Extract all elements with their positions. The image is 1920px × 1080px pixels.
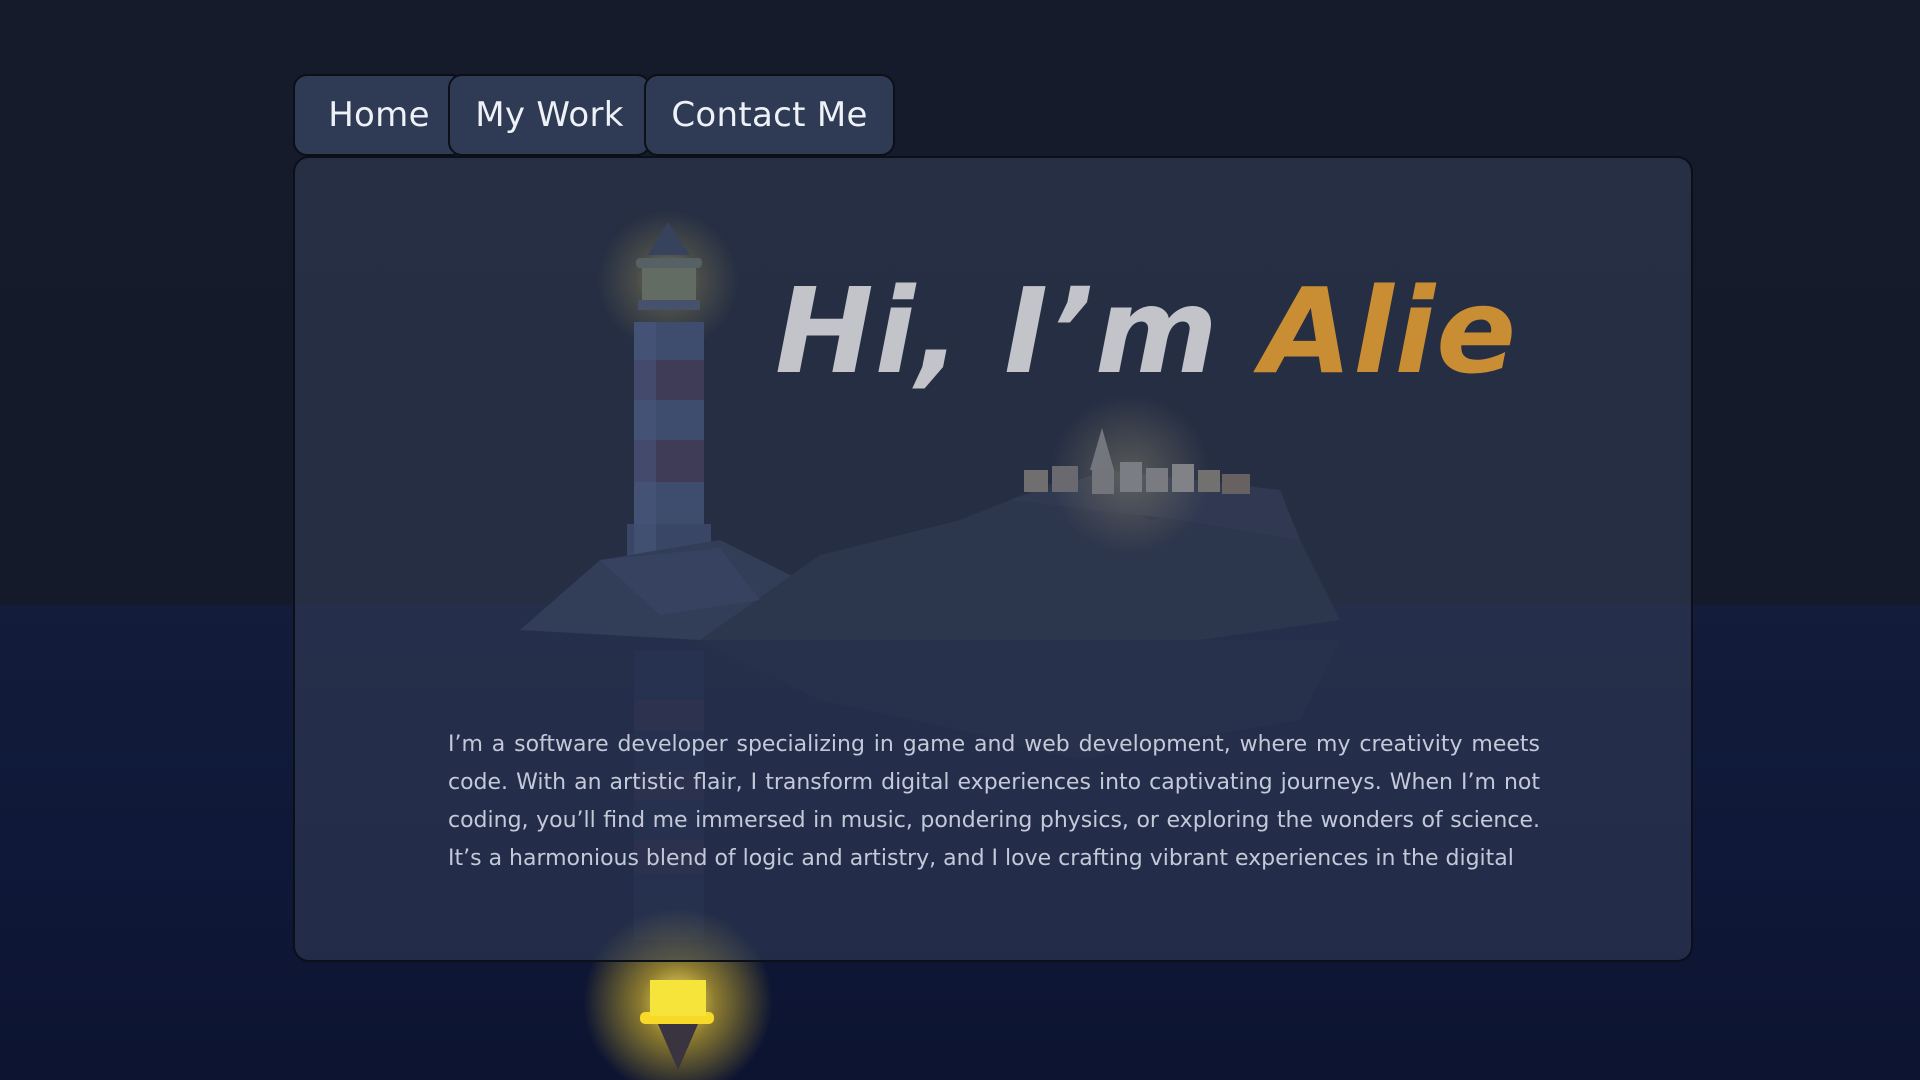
tab-home[interactable]: Home xyxy=(293,74,465,156)
tab-contact-me[interactable]: Contact Me xyxy=(644,74,895,156)
tab-my-work[interactable]: My Work xyxy=(448,74,651,156)
tab-contact-me-label: Contact Me xyxy=(671,95,868,135)
tab-home-label: Home xyxy=(328,95,430,135)
hero-name: Alie xyxy=(1260,262,1518,400)
hero-panel: Hi, I’m Alie I’m a software developer sp… xyxy=(293,156,1693,962)
hero-bio: I’m a software developer specializing in… xyxy=(448,732,1540,871)
hero-greeting: Hi, I’m xyxy=(775,262,1219,400)
tab-my-work-label: My Work xyxy=(475,95,624,135)
hero-headline: Hi, I’m Alie xyxy=(775,272,1516,390)
